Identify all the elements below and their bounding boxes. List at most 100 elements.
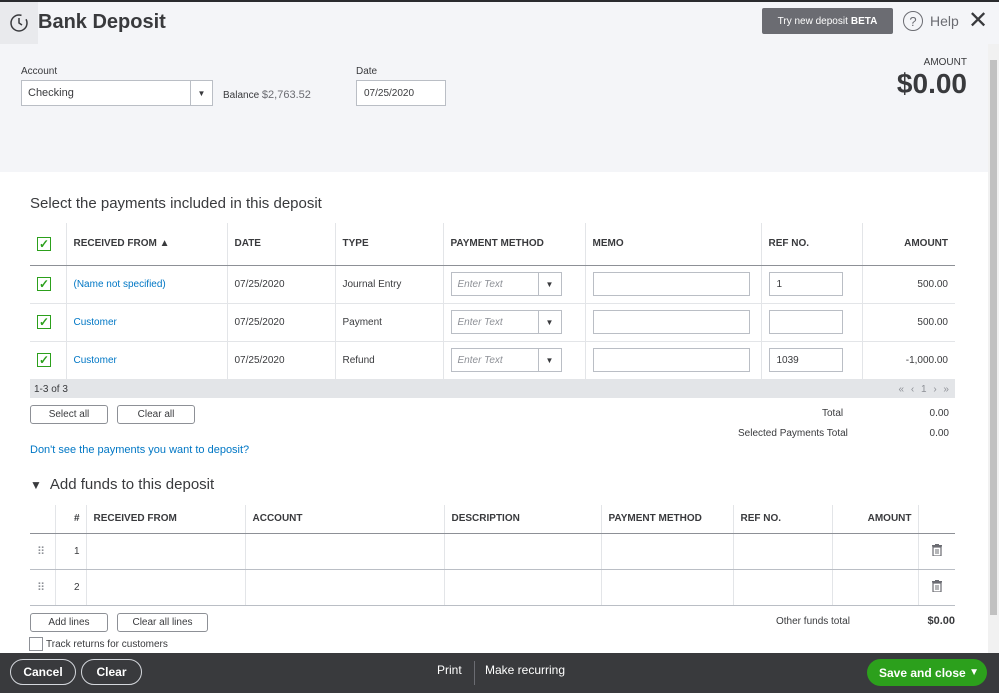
scrollbar-thumb[interactable] bbox=[990, 60, 997, 615]
clear-all-button[interactable]: Clear all bbox=[117, 405, 195, 424]
line-number: 1 bbox=[55, 533, 87, 570]
received-from-link[interactable]: Customer bbox=[66, 341, 228, 380]
scrollbar[interactable] bbox=[988, 44, 999, 653]
account-cell[interactable] bbox=[245, 533, 445, 570]
amount-total: $0.00 bbox=[896, 68, 967, 99]
collapse-triangle-icon[interactable]: ▼ bbox=[30, 478, 42, 492]
pagination-bar: 1-3 of 3 « ‹ 1 › » bbox=[30, 380, 955, 398]
memo-input[interactable] bbox=[592, 310, 750, 334]
chevron-down-icon[interactable]: ▼ bbox=[190, 81, 212, 105]
table-row[interactable]: ✓ Customer 07/25/2020 Refund Enter Text ▼… bbox=[30, 341, 955, 380]
clear-button[interactable]: Clear bbox=[81, 659, 142, 685]
table-row[interactable]: ✓ (Name not specified) 07/25/2020 Journa… bbox=[30, 265, 955, 304]
col-type[interactable]: TYPE bbox=[335, 223, 444, 266]
total-label: Total bbox=[822, 408, 844, 419]
beta-badge: BETA bbox=[850, 15, 878, 27]
dont-see-payments-link[interactable]: Don't see the payments you want to depos… bbox=[30, 444, 249, 456]
placeholder: Enter Text bbox=[457, 316, 503, 328]
placeholder: Enter Text bbox=[457, 278, 503, 290]
pager-controls[interactable]: « ‹ 1 › » bbox=[899, 384, 951, 395]
description-cell[interactable] bbox=[444, 569, 602, 606]
save-label: Save and close bbox=[879, 665, 966, 680]
received-from-link[interactable]: (Name not specified) bbox=[66, 265, 228, 304]
recent-transactions-icon[interactable] bbox=[0, 2, 38, 44]
form-header: Bank Deposit Try new deposit BETA ? Help ✕… bbox=[0, 2, 999, 172]
date-label: Date bbox=[356, 66, 378, 77]
payment-method-select[interactable]: Enter Text ▼ bbox=[450, 310, 562, 334]
help-label: Help bbox=[930, 13, 959, 29]
track-returns[interactable]: Track returns for customers bbox=[29, 637, 168, 651]
row-checkbox[interactable]: ✓ bbox=[37, 353, 51, 367]
track-returns-checkbox[interactable] bbox=[29, 637, 43, 651]
print-button[interactable]: Print bbox=[437, 663, 462, 677]
payment-method-select[interactable]: Enter Text ▼ bbox=[450, 272, 562, 296]
make-recurring-button[interactable]: Make recurring bbox=[485, 663, 565, 677]
table-row[interactable]: ⠿ 1 bbox=[30, 533, 955, 570]
select-all-checkbox[interactable]: ✓ bbox=[37, 236, 51, 251]
received-from-cell[interactable] bbox=[86, 569, 246, 606]
clear-all-lines-button[interactable]: Clear all lines bbox=[117, 613, 208, 632]
payment-method-cell[interactable] bbox=[601, 569, 734, 606]
received-from-link[interactable]: Customer bbox=[66, 303, 228, 342]
close-icon[interactable]: ✕ bbox=[968, 9, 988, 33]
amount-cell: -1,000.00 bbox=[862, 341, 955, 380]
col-date[interactable]: DATE bbox=[227, 223, 336, 266]
col-received-from[interactable]: RECEIVED FROM ▲ bbox=[66, 223, 228, 266]
memo-input[interactable] bbox=[592, 272, 750, 296]
help-button[interactable]: ? Help bbox=[903, 11, 959, 31]
col-payment-method: PAYMENT METHOD bbox=[601, 505, 734, 534]
col-memo[interactable]: MEMO bbox=[585, 223, 762, 266]
balance: Balance $2,763.52 bbox=[223, 89, 311, 101]
save-and-close-button[interactable]: Save and close ▼ bbox=[867, 659, 987, 686]
col-delete bbox=[918, 505, 955, 534]
date-cell: 07/25/2020 bbox=[227, 265, 336, 304]
amount-cell: 500.00 bbox=[862, 303, 955, 342]
amount-cell[interactable] bbox=[832, 533, 919, 570]
received-from-cell[interactable] bbox=[86, 533, 246, 570]
balance-value: $2,763.52 bbox=[261, 89, 311, 101]
col-amount[interactable]: AMOUNT bbox=[862, 223, 955, 266]
description-cell[interactable] bbox=[444, 533, 602, 570]
ref-cell[interactable] bbox=[733, 533, 833, 570]
col-account: ACCOUNT bbox=[245, 505, 445, 534]
col-ref-no[interactable]: REF NO. bbox=[761, 223, 863, 266]
ref-cell[interactable] bbox=[733, 569, 833, 606]
drag-handle-icon[interactable]: ⠿ bbox=[37, 582, 45, 594]
table-row[interactable]: ⠿ 2 bbox=[30, 569, 955, 606]
row-checkbox[interactable]: ✓ bbox=[37, 315, 51, 329]
trash-icon[interactable] bbox=[931, 543, 942, 557]
col-payment-method[interactable]: PAYMENT METHOD bbox=[443, 223, 586, 266]
row-checkbox[interactable]: ✓ bbox=[37, 277, 51, 291]
payment-method-cell[interactable] bbox=[601, 533, 734, 570]
ref-input[interactable]: 1039 bbox=[768, 348, 843, 372]
try-new-deposit-button[interactable]: Try new deposit BETA bbox=[762, 8, 893, 34]
amount-cell: 500.00 bbox=[862, 265, 955, 304]
ref-input[interactable] bbox=[768, 310, 843, 334]
page-title: Bank Deposit bbox=[38, 11, 166, 33]
table-row[interactable]: ✓ Customer 07/25/2020 Payment Enter Text… bbox=[30, 303, 955, 342]
drag-handle-icon[interactable]: ⠿ bbox=[37, 546, 45, 558]
chevron-down-icon[interactable]: ▼ bbox=[969, 667, 979, 678]
amount-label: AMOUNT bbox=[923, 57, 967, 68]
date-input[interactable]: 07/25/2020 bbox=[356, 80, 446, 106]
memo-input[interactable] bbox=[592, 348, 750, 372]
trash-icon[interactable] bbox=[931, 579, 942, 593]
col-amount: AMOUNT bbox=[832, 505, 919, 534]
row-range: 1-3 of 3 bbox=[34, 383, 68, 395]
add-funds-section[interactable]: ▼ Add funds to this deposit bbox=[30, 476, 214, 493]
amount-cell[interactable] bbox=[832, 569, 919, 606]
payment-method-select[interactable]: Enter Text ▼ bbox=[450, 348, 562, 372]
other-funds-total-label: Other funds total bbox=[776, 616, 850, 627]
chevron-down-icon[interactable]: ▼ bbox=[537, 311, 561, 333]
select-all-button[interactable]: Select all bbox=[30, 405, 108, 424]
footer-bar: Cancel Clear Print Make recurring Save a… bbox=[0, 653, 999, 693]
ref-input[interactable]: 1 bbox=[768, 272, 843, 296]
cancel-button[interactable]: Cancel bbox=[10, 659, 76, 685]
chevron-down-icon[interactable]: ▼ bbox=[537, 349, 561, 371]
account-label: Account bbox=[21, 66, 58, 77]
add-lines-button[interactable]: Add lines bbox=[30, 613, 108, 632]
account-cell[interactable] bbox=[245, 569, 445, 606]
account-select[interactable]: Checking ▼ bbox=[21, 80, 213, 106]
help-icon: ? bbox=[903, 11, 923, 31]
chevron-down-icon[interactable]: ▼ bbox=[537, 273, 561, 295]
